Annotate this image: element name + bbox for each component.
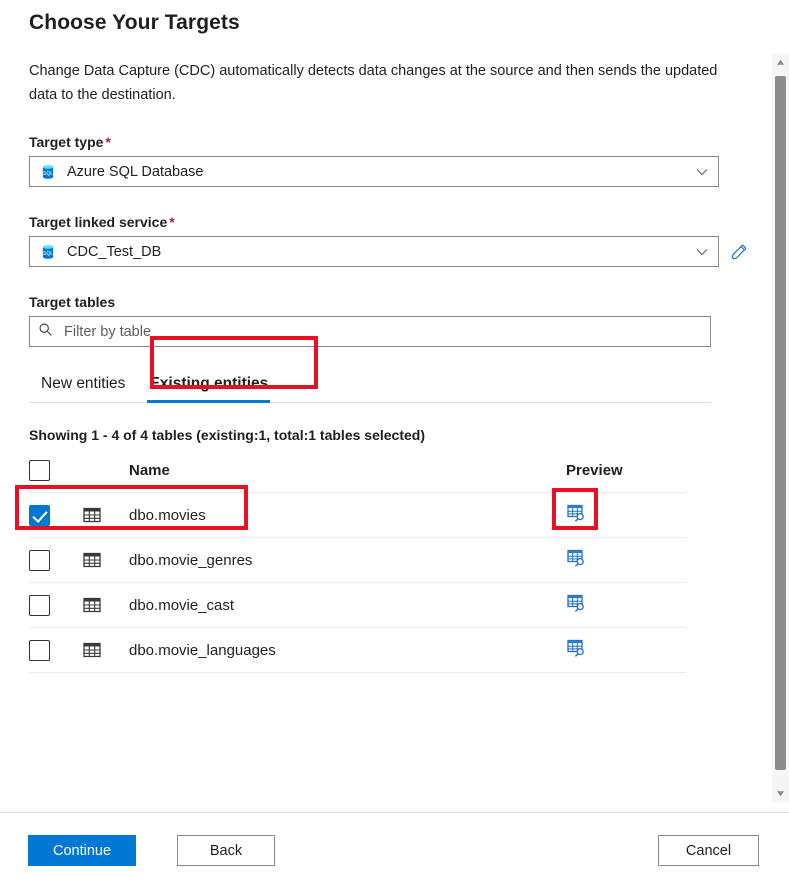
scrollbar-thumb[interactable] xyxy=(775,76,786,770)
table-preview-icon[interactable] xyxy=(566,639,586,662)
target-linked-service-value: CDC_Test_DB xyxy=(67,243,162,260)
scroll-up-arrow-icon[interactable] xyxy=(772,54,789,71)
row-select-cell xyxy=(29,538,83,583)
target-linked-service-required-asterisk: * xyxy=(169,214,175,230)
row-preview-cell xyxy=(566,493,686,538)
search-input[interactable] xyxy=(62,322,702,341)
entities-tabs: New entities Existing entities xyxy=(29,369,711,403)
table-grid-icon xyxy=(83,551,129,569)
target-tables-label-text: Target tables xyxy=(29,294,116,310)
table-filter-search-box[interactable] xyxy=(29,316,711,347)
select-all-checkbox[interactable] xyxy=(29,460,50,481)
chevron-down-icon xyxy=(696,246,708,258)
choose-your-targets-panel: Choose Your Targets Change Data Capture … xyxy=(0,0,789,879)
row-name: dbo.movie_languages xyxy=(129,641,276,659)
select-all-header-cell xyxy=(29,460,83,493)
table-preview-icon[interactable] xyxy=(566,594,586,617)
form-content: Choose Your Targets Change Data Capture … xyxy=(0,0,760,673)
scroll-down-arrow-icon[interactable] xyxy=(772,785,789,802)
scrollable-content-region: Choose Your Targets Change Data Capture … xyxy=(0,0,789,812)
table-row[interactable]: dbo.movie_languages xyxy=(29,627,686,673)
row-name: dbo.movie_genres xyxy=(129,551,253,569)
target-type-value: Azure SQL Database xyxy=(67,163,204,180)
tab-new-entities[interactable]: New entities xyxy=(29,369,137,402)
row-preview-cell xyxy=(566,538,686,583)
table-grid-icon xyxy=(83,506,129,524)
target-linked-service-combobox[interactable]: SQL CDC_Test_DB xyxy=(29,236,719,267)
target-type-combobox[interactable]: SQL Azure SQL Database xyxy=(29,156,719,187)
cancel-button[interactable]: Cancel xyxy=(658,835,759,866)
table-row[interactable]: dbo.movie_genres xyxy=(29,537,686,583)
row-checkbox[interactable] xyxy=(29,504,50,526)
row-checkbox[interactable] xyxy=(29,549,50,571)
target-tables-table: Name Preview dbo.movies dbo.movie_genres… xyxy=(29,460,686,673)
target-tables-label: Target tables xyxy=(29,294,760,310)
target-type-required-asterisk: * xyxy=(105,134,111,150)
table-preview-icon[interactable] xyxy=(566,504,586,527)
target-linked-service-label: Target linked service * xyxy=(29,214,760,230)
search-icon xyxy=(38,322,53,342)
row-checkbox[interactable] xyxy=(29,639,50,661)
dialog-footer: Continue Back Cancel xyxy=(0,812,789,879)
row-select-cell xyxy=(29,628,83,673)
svg-text:SQL: SQL xyxy=(43,171,53,177)
table-grid-icon xyxy=(83,641,129,659)
table-preview-icon[interactable] xyxy=(566,549,586,572)
row-preview-cell xyxy=(566,628,686,673)
target-type-label-text: Target type xyxy=(29,134,104,150)
name-column-header: Name xyxy=(129,462,170,479)
row-icon-cell xyxy=(83,628,129,673)
table-grid-icon xyxy=(83,596,129,614)
svg-text:SQL: SQL xyxy=(43,251,53,257)
target-linked-service-label-text: Target linked service xyxy=(29,214,168,230)
row-preview-cell xyxy=(566,583,686,628)
row-name: dbo.movie_cast xyxy=(129,596,235,614)
preview-column-header: Preview xyxy=(566,462,623,479)
showing-count-text: Showing 1 - 4 of 4 tables (existing:1, t… xyxy=(29,427,425,443)
page-description: Change Data Capture (CDC) automatically … xyxy=(29,63,718,103)
row-select-cell xyxy=(29,583,83,628)
table-row[interactable]: dbo.movies xyxy=(29,492,686,538)
page-title: Choose Your Targets xyxy=(29,11,240,34)
target-type-label: Target type * xyxy=(29,134,760,150)
target-type-row: SQL Azure SQL Database xyxy=(29,156,760,187)
row-name: dbo.movies xyxy=(129,506,206,524)
back-button[interactable]: Back xyxy=(177,835,275,866)
chevron-down-icon xyxy=(696,166,708,178)
vertical-scrollbar[interactable] xyxy=(772,54,789,802)
row-icon-cell xyxy=(83,583,129,628)
pencil-edit-icon[interactable] xyxy=(729,242,749,262)
azure-sql-database-icon: SQL xyxy=(40,164,56,180)
continue-button[interactable]: Continue xyxy=(28,835,136,866)
row-icon-cell xyxy=(83,538,129,583)
azure-sql-database-icon: SQL xyxy=(40,244,56,260)
row-select-cell xyxy=(29,493,83,538)
icon-header-cell xyxy=(83,460,129,493)
table-header-row: Name Preview xyxy=(29,460,686,493)
target-linked-service-row: SQL CDC_Test_DB xyxy=(29,236,760,267)
row-icon-cell xyxy=(83,493,129,538)
row-checkbox[interactable] xyxy=(29,594,50,616)
table-header: Name Preview xyxy=(29,460,686,493)
table-row[interactable]: dbo.movie_cast xyxy=(29,582,686,628)
tab-existing-entities[interactable]: Existing entities xyxy=(137,369,280,403)
table-body: dbo.movies dbo.movie_genres dbo.movie_ca… xyxy=(29,492,686,673)
